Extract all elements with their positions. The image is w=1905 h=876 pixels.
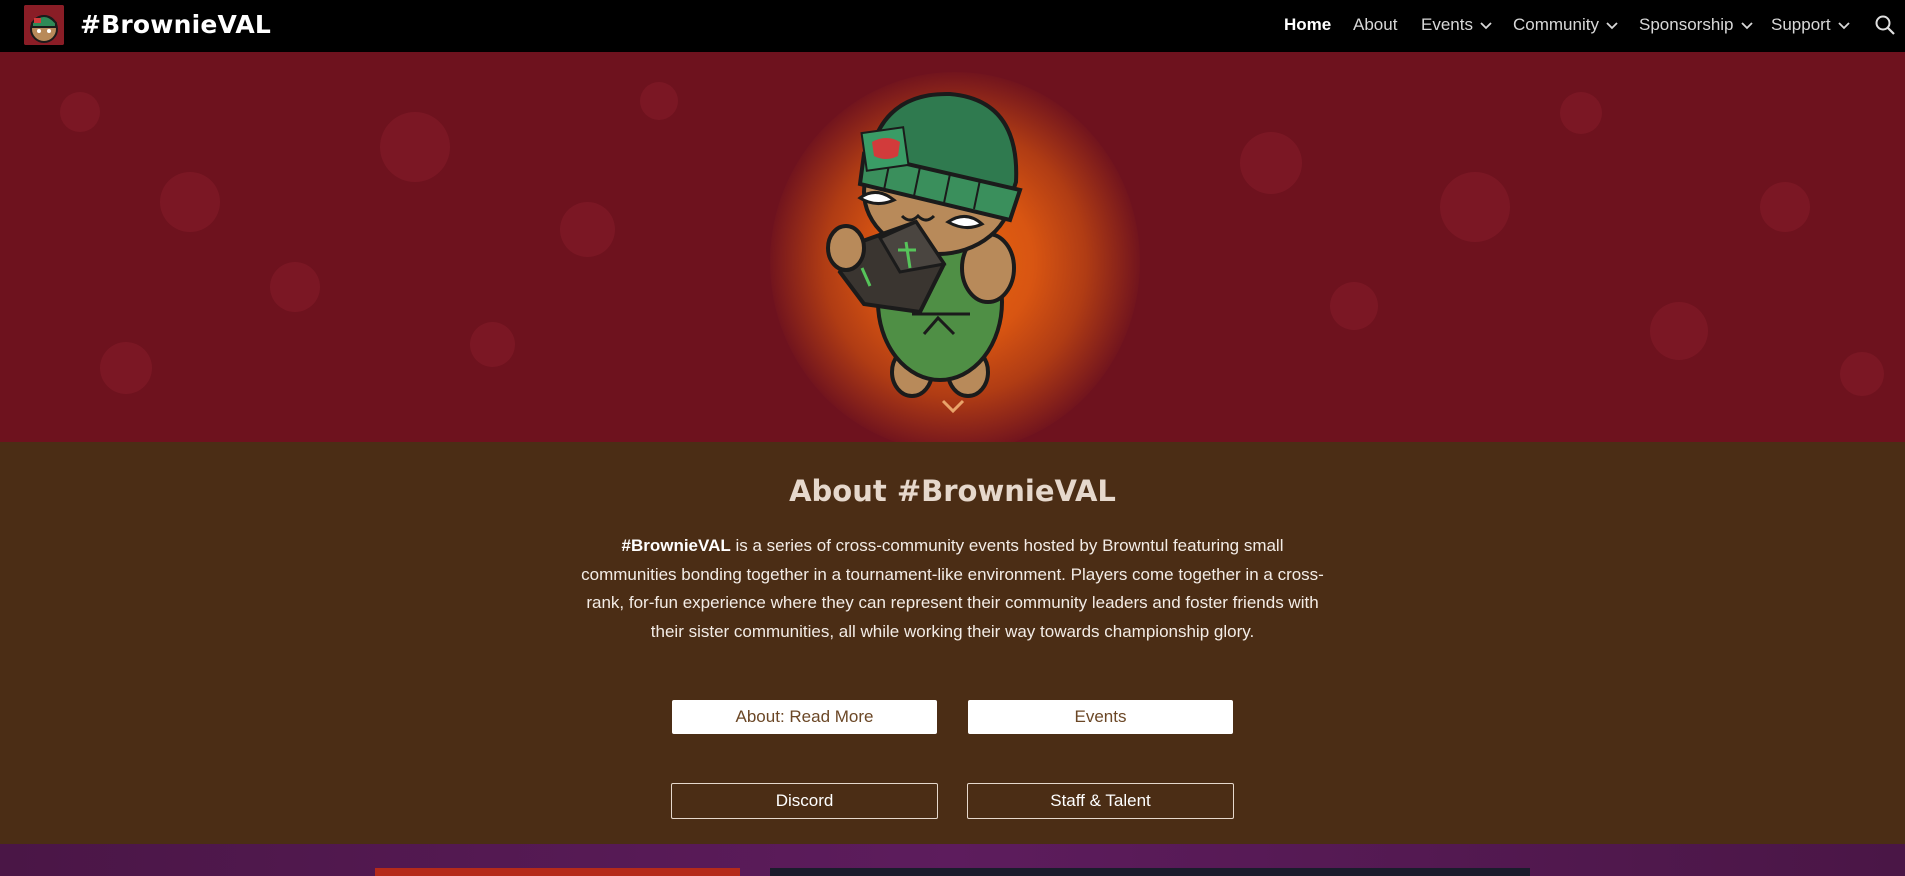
search-icon[interactable] xyxy=(1874,14,1896,36)
nav-support[interactable]: Support xyxy=(1771,15,1851,35)
bokeh-dot xyxy=(1330,282,1378,330)
nav-sponsorship-label: Sponsorship xyxy=(1639,15,1734,34)
bokeh-dot xyxy=(560,202,615,257)
bokeh-dot xyxy=(380,112,450,182)
about-section: About #BrownieVAL #BrownieVAL is a serie… xyxy=(0,442,1905,844)
about-read-more-label: About: Read More xyxy=(735,707,874,726)
about-heading: About #BrownieVAL xyxy=(789,474,1116,508)
discord-button-label: Discord xyxy=(775,791,834,810)
bokeh-dot xyxy=(470,322,515,367)
discord-button[interactable]: Discord xyxy=(671,783,938,819)
bokeh-dot xyxy=(160,172,220,232)
bokeh-dot xyxy=(60,92,100,132)
bokeh-dot xyxy=(1240,132,1302,194)
staff-talent-button-label: Staff & Talent xyxy=(1050,791,1151,810)
about-description: #BrownieVAL is a series of cross-communi… xyxy=(575,532,1330,646)
preview-image-right[interactable] xyxy=(770,868,1530,876)
staff-talent-button[interactable]: Staff & Talent xyxy=(967,783,1234,819)
next-section-preview xyxy=(0,844,1905,876)
events-button[interactable]: Events xyxy=(968,700,1233,734)
nav-about-label: About xyxy=(1353,15,1398,34)
chevron-down-icon xyxy=(1740,22,1753,30)
nav-community-label: Community xyxy=(1513,15,1599,34)
events-button-label: Events xyxy=(1074,707,1127,726)
site-title[interactable]: #BrownieVAL xyxy=(80,10,271,39)
bokeh-dot xyxy=(640,82,678,120)
logo-mascot-icon xyxy=(24,5,64,45)
about-read-more-button[interactable]: About: Read More xyxy=(672,700,937,734)
bokeh-dot xyxy=(1440,172,1510,242)
bokeh-dot xyxy=(100,342,152,394)
hero-banner xyxy=(0,52,1905,442)
top-navigation-bar: #BrownieVAL Home About Events Community … xyxy=(0,0,1905,52)
scroll-down-chevron-icon[interactable] xyxy=(940,396,966,416)
nav-home-label: Home xyxy=(1284,15,1332,34)
bokeh-dot xyxy=(1840,352,1884,396)
nav-home[interactable]: Home xyxy=(1284,15,1331,35)
brownie-mascot-illustration xyxy=(826,91,1023,398)
nav-events-label: Events xyxy=(1421,15,1473,34)
bokeh-dot xyxy=(270,262,320,312)
chevron-down-icon xyxy=(1837,22,1850,30)
about-description-brand: #BrownieVAL xyxy=(621,536,731,555)
chevron-down-icon xyxy=(1480,22,1492,30)
preview-image-left[interactable] xyxy=(375,868,740,876)
bokeh-dot xyxy=(1760,182,1810,232)
nav-community[interactable]: Community xyxy=(1513,15,1619,35)
bokeh-dot xyxy=(1650,302,1708,360)
nav-support-label: Support xyxy=(1771,15,1831,34)
site-logo[interactable] xyxy=(24,5,64,45)
chevron-down-icon xyxy=(1606,22,1618,30)
bokeh-dot xyxy=(1560,92,1602,134)
nav-about[interactable]: About xyxy=(1353,15,1397,35)
nav-sponsorship[interactable]: Sponsorship xyxy=(1639,15,1754,35)
nav-events[interactable]: Events xyxy=(1421,15,1493,35)
